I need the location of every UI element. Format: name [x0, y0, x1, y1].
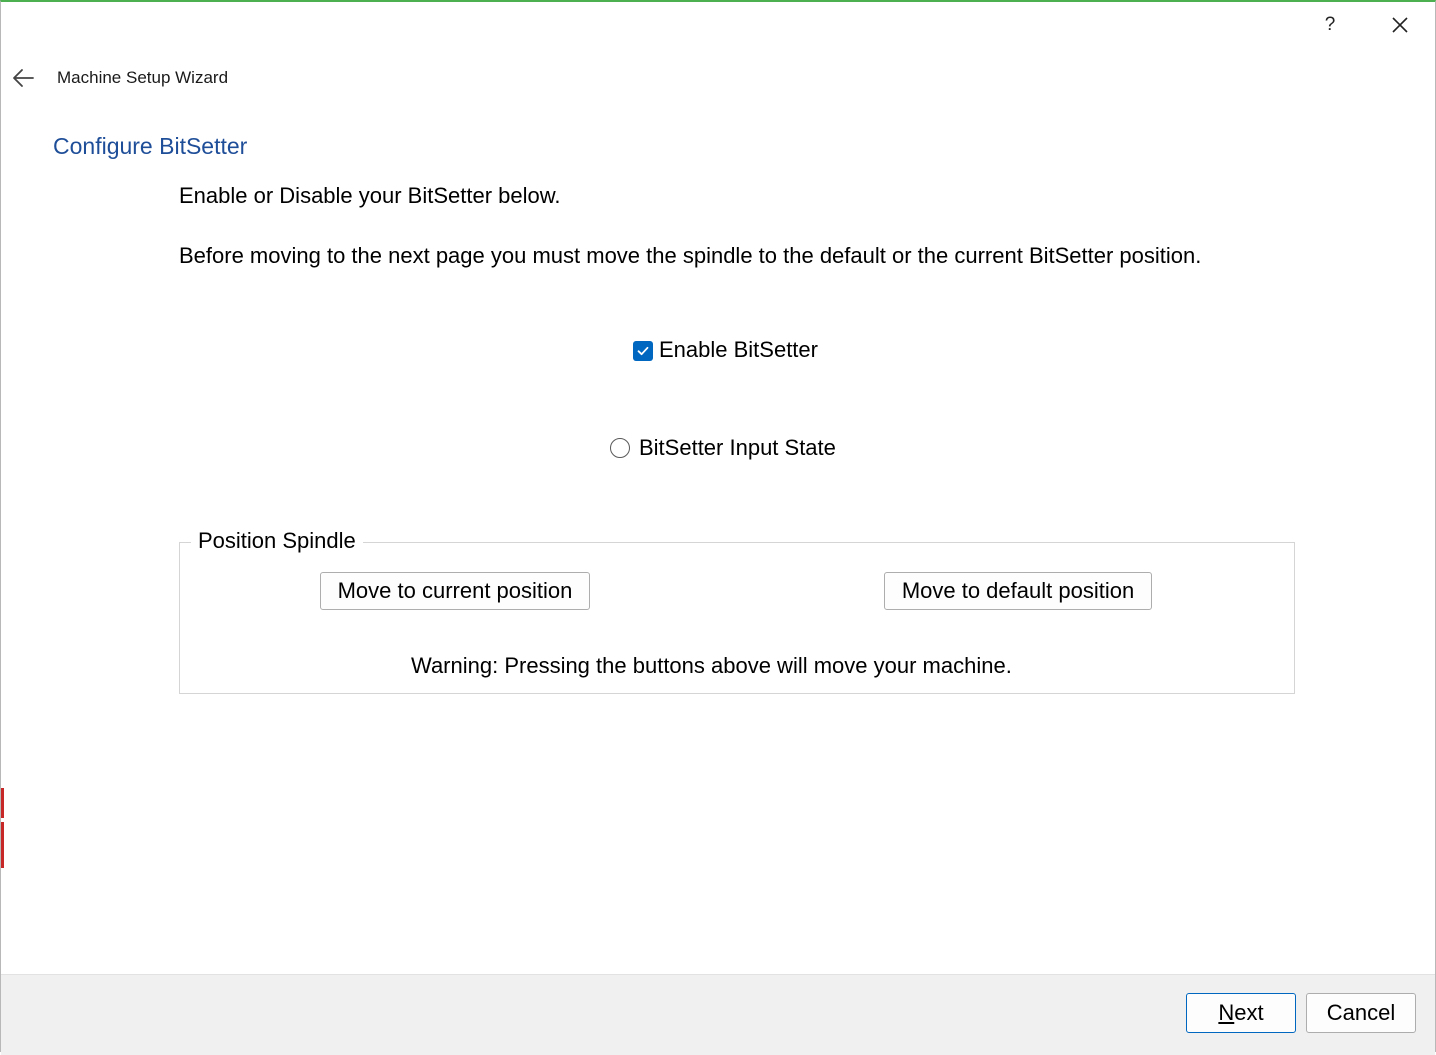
input-state-indicator [610, 438, 630, 458]
move-to-default-position-button[interactable]: Move to default position [884, 572, 1152, 610]
instruction-text: Enable or Disable your BitSetter below. [179, 183, 561, 208]
enable-bitsetter-label[interactable]: Enable BitSetter [659, 337, 818, 363]
next-label: ext [1234, 1000, 1264, 1025]
arrow-left-icon [13, 69, 34, 87]
cancel-button[interactable]: Cancel [1306, 993, 1416, 1033]
checkmark-icon [637, 346, 649, 356]
next-button[interactable]: Next [1186, 993, 1296, 1033]
next-mnemonic: N [1218, 1000, 1235, 1025]
input-state-label: BitSetter Input State [639, 435, 836, 460]
wizard-window: ? Machine Setup Wizard Configure BitSett… [0, 0, 1436, 1055]
move-to-current-position-button[interactable]: Move to current position [320, 572, 590, 610]
help-icon: ? [1324, 14, 1336, 35]
warning-text: Warning: Pressing the buttons above will… [411, 653, 1012, 678]
background-window-edge [1, 788, 4, 818]
back-button[interactable] [11, 66, 39, 90]
help-button[interactable]: ? [1310, 8, 1350, 42]
page-title: Configure BitSetter [53, 133, 248, 159]
instruction-text: Before moving to the next page you must … [179, 243, 1202, 268]
position-spindle-legend: Position Spindle [191, 528, 363, 554]
close-icon [1392, 17, 1408, 33]
enable-bitsetter-checkbox[interactable] [633, 341, 653, 361]
wizard-title: Machine Setup Wizard [57, 68, 229, 87]
background-window-edge [1, 822, 4, 868]
close-button[interactable] [1380, 8, 1420, 42]
